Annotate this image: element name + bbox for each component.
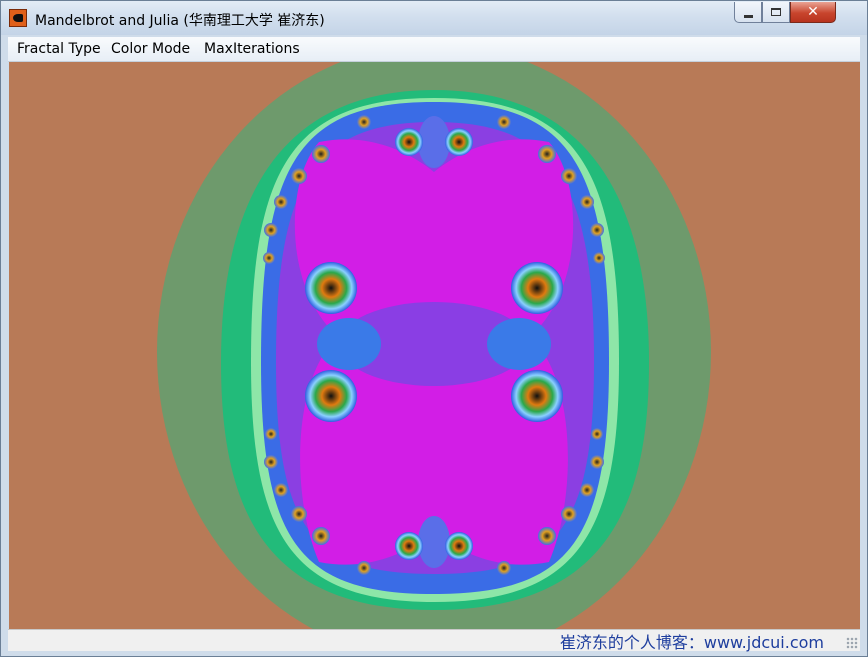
status-text: 崔济东的个人博客：www.jdcui.com	[559, 633, 824, 652]
minimize-button[interactable]	[734, 2, 762, 23]
window-title: Mandelbrot and Julia (华南理工大学 崔济东)	[35, 13, 325, 29]
maximize-button[interactable]	[762, 2, 790, 23]
maximize-icon	[771, 8, 781, 16]
julia-set-image	[157, 62, 711, 629]
title-bar[interactable]: Mandelbrot and Julia (华南理工大学 崔济东) ✕	[1, 1, 867, 35]
fractal-canvas[interactable]	[9, 62, 860, 629]
resize-grip-icon[interactable]	[846, 637, 858, 649]
minimize-icon	[743, 14, 753, 18]
menu-fractal-type[interactable]: Fractal Type	[17, 41, 101, 57]
close-button[interactable]: ✕	[790, 2, 836, 23]
fractal-app-icon[interactable]	[9, 9, 27, 27]
menu-color-mode[interactable]: Color Mode	[111, 41, 190, 57]
app-window: Mandelbrot and Julia (华南理工大学 崔济东) ✕ Frac…	[0, 0, 868, 657]
menu-max-iterations[interactable]: MaxIterations	[204, 41, 300, 57]
status-bar: 崔济东的个人博客：www.jdcui.com	[8, 629, 860, 652]
close-icon: ✕	[807, 4, 819, 20]
menu-bar: Fractal Type Color Mode MaxIterations	[8, 37, 860, 62]
